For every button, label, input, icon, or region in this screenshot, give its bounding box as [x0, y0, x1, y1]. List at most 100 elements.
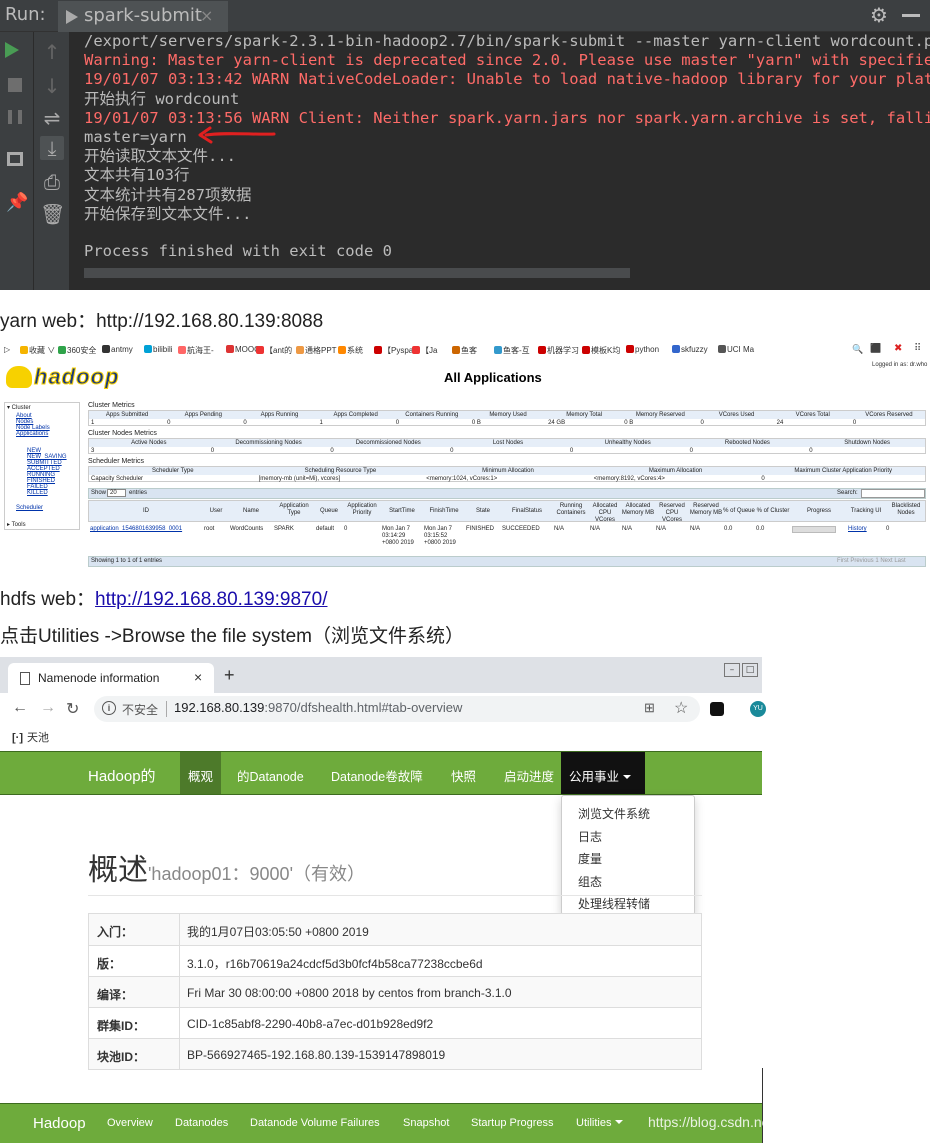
- bookmark-item[interactable]: 【Pyspar: [374, 345, 416, 356]
- apps-grid-icon[interactable]: ⠿: [914, 343, 921, 354]
- reload-icon[interactable]: ↻: [66, 699, 79, 719]
- apps-header-cell[interactable]: FinishTime: [423, 508, 465, 515]
- nav-item[interactable]: 快照: [443, 752, 484, 794]
- info-icon[interactable]: i: [102, 701, 116, 715]
- entries-select[interactable]: 20: [107, 489, 126, 497]
- horizontal-scrollbar[interactable]: [84, 268, 630, 278]
- nav-item[interactable]: Snapshot: [403, 1117, 449, 1129]
- dropdown-item[interactable]: 处理线程转储: [578, 895, 650, 912]
- bookmark-item[interactable]: 360安全: [58, 345, 96, 356]
- up-arrow-icon[interactable]: ↑: [40, 40, 64, 64]
- stop-icon[interactable]: [8, 78, 22, 92]
- apps-header-cell[interactable]: Allocated CPU VCores: [589, 503, 621, 524]
- gear-icon[interactable]: ⚙: [870, 3, 888, 27]
- bookmark-item[interactable]: 通格PPT: [296, 345, 337, 356]
- extension-icon[interactable]: ⬛: [870, 343, 881, 354]
- apps-header-cell[interactable]: Reserved Memory MB: [689, 503, 723, 517]
- apps-header-cell[interactable]: Name: [229, 508, 273, 515]
- pin-tab-icon[interactable]: 📌: [6, 192, 30, 216]
- search-input[interactable]: [861, 489, 925, 498]
- nav-item[interactable]: Datanodes: [175, 1117, 228, 1129]
- apps-header-cell[interactable]: StartTime: [381, 508, 423, 515]
- nav-item[interactable]: Utilities: [576, 1117, 624, 1129]
- dropdown-item[interactable]: 组态: [578, 873, 602, 890]
- nav-item[interactable]: Overview: [107, 1117, 153, 1129]
- address-bar[interactable]: i 不安全 192.168.80.139:9870/dfshealth.html…: [94, 696, 700, 722]
- apps-header-cell[interactable]: Progress: [791, 508, 847, 515]
- apps-header-cell[interactable]: Queue: [315, 508, 343, 515]
- console-output[interactable]: /export/servers/spark-2.3.1-bin-hadoop2.…: [70, 32, 930, 290]
- bookmark-item[interactable]: 鱼客-互: [494, 345, 530, 356]
- apps-header-cell[interactable]: Running Containers: [553, 503, 589, 517]
- bookmark-item[interactable]: 【ant的: [256, 345, 292, 356]
- apps-header-cell[interactable]: FinalStatus: [501, 508, 553, 515]
- new-tab-button[interactable]: +: [224, 665, 235, 686]
- sidebar-link-scheduler[interactable]: Scheduler: [16, 505, 43, 511]
- apps-header-cell[interactable]: User: [203, 508, 229, 515]
- sidebar-app-state-link[interactable]: KILLED: [27, 490, 48, 496]
- sidebar-link[interactable]: Applications: [16, 431, 48, 437]
- nav-item[interactable]: Datanode Volume Failures: [250, 1117, 380, 1129]
- print-icon[interactable]: ⎙: [40, 170, 64, 194]
- bookmark-item[interactable]: bilibili: [144, 345, 173, 354]
- nav-item[interactable]: Startup Progress: [471, 1117, 554, 1129]
- apps-header-cell[interactable]: Tracking UI: [847, 508, 885, 515]
- apps-header-cell[interactable]: Allocated Memory MB: [621, 503, 655, 517]
- apps-header-cell[interactable]: Blacklisted Nodes: [885, 503, 927, 517]
- restore-layout-icon[interactable]: [7, 152, 23, 166]
- minimize-icon[interactable]: –: [724, 663, 740, 677]
- sidebar-section-cluster[interactable]: ▾ Cluster: [7, 404, 31, 411]
- back-arrow-icon[interactable]: ←: [12, 699, 28, 717]
- run-tab-spark-submit[interactable]: spark-submit ×: [58, 1, 228, 32]
- bookmark-item[interactable]: 航海王-: [178, 345, 214, 356]
- bookmark-item[interactable]: 模板K均: [582, 345, 620, 356]
- bookmark-tianchi[interactable]: [·] 天池: [12, 729, 49, 745]
- dropdown-item[interactable]: 浏览文件系统: [578, 805, 650, 822]
- forward-arrow-icon[interactable]: →: [40, 699, 56, 717]
- scroll-to-end-icon[interactable]: ⤓: [40, 136, 64, 160]
- pause-icon[interactable]: [8, 110, 22, 124]
- nav-item[interactable]: 公用事业: [561, 752, 645, 794]
- tracking-history-link[interactable]: History: [848, 526, 884, 533]
- bookmark-item[interactable]: UCI Ma: [718, 345, 754, 354]
- browser-tab-namenode[interactable]: Namenode information ×: [8, 663, 214, 693]
- apps-header-cell[interactable]: Reserved CPU VCores: [655, 503, 689, 524]
- nav-item[interactable]: 启动进度: [496, 752, 562, 794]
- close-icon[interactable]: ✖: [894, 343, 902, 354]
- application-id-link[interactable]: application_1546801639958_0001: [90, 526, 202, 533]
- close-icon[interactable]: ×: [200, 6, 213, 25]
- bookmark-item[interactable]: 鱼客: [452, 345, 477, 356]
- soft-wrap-icon[interactable]: ⇌: [40, 106, 64, 130]
- extension-icon[interactable]: [710, 702, 724, 716]
- pagination[interactable]: First Previous 1 Next Last: [837, 558, 906, 564]
- translate-icon[interactable]: ⊞: [644, 700, 655, 716]
- nav-item[interactable]: 概观: [180, 752, 222, 794]
- nav-item[interactable]: Datanode卷故障: [323, 752, 431, 794]
- bookmark-item[interactable]: 【Ja: [412, 345, 437, 356]
- dropdown-item[interactable]: 度量: [578, 850, 602, 867]
- bookmark-item[interactable]: 系统: [338, 345, 363, 356]
- search-icon[interactable]: 🔍: [852, 344, 863, 355]
- bookmark-item[interactable]: antmy: [102, 345, 133, 354]
- down-arrow-icon[interactable]: ↓: [40, 74, 64, 98]
- close-icon[interactable]: ×: [194, 669, 202, 685]
- back-icon[interactable]: ▷: [4, 345, 10, 354]
- avatar[interactable]: YU: [750, 701, 766, 717]
- bookmark-item[interactable]: python: [626, 345, 659, 354]
- navbar-brand[interactable]: Hadoop的: [88, 765, 156, 786]
- apps-header-cell[interactable]: % of Cluster: [755, 508, 791, 515]
- navbar-brand[interactable]: Hadoop: [33, 1115, 86, 1132]
- bookmark-item[interactable]: 机器学习: [538, 345, 579, 356]
- dropdown-item[interactable]: 日志: [578, 828, 602, 845]
- apps-header-cell[interactable]: Application Priority: [343, 503, 381, 517]
- star-icon[interactable]: ☆: [674, 698, 688, 718]
- bookmark-item[interactable]: 收藏 ∨: [20, 345, 55, 356]
- apps-header-cell[interactable]: ID: [89, 508, 203, 515]
- bookmark-item[interactable]: MOOC: [226, 345, 260, 354]
- minimize-icon[interactable]: [902, 14, 920, 17]
- sidebar-section-tools[interactable]: ▸ Tools: [7, 521, 26, 528]
- maximize-icon[interactable]: □: [742, 663, 758, 677]
- trash-icon[interactable]: 🗑: [40, 202, 65, 226]
- apps-header-cell[interactable]: Application Type: [273, 503, 315, 517]
- nav-item[interactable]: 的Datanode: [229, 752, 312, 794]
